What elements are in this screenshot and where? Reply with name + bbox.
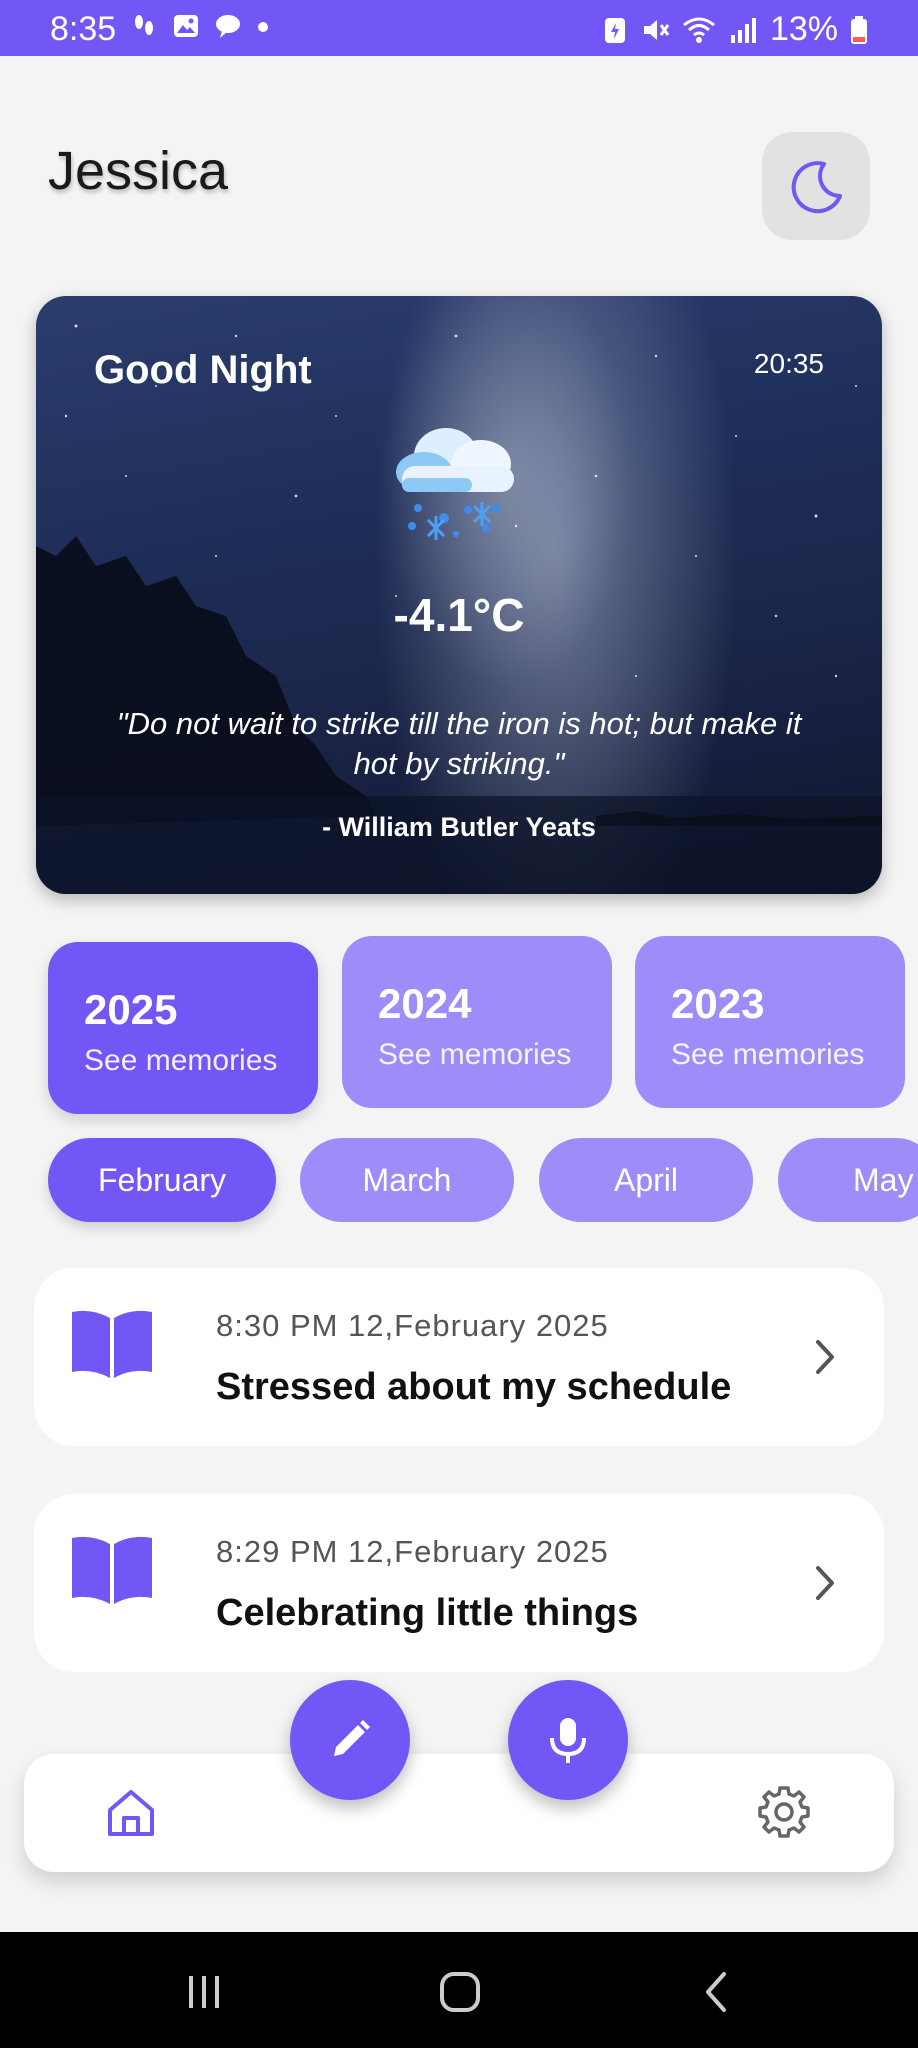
see-memories-label: See memories <box>84 1044 278 1077</box>
microphone-icon <box>550 1718 586 1763</box>
daily-quote: "Do not wait to strike till the iron is … <box>116 706 802 781</box>
battery-saver-icon <box>604 17 625 43</box>
pencil-icon <box>334 1720 370 1756</box>
see-memories-label: See memories <box>671 1038 865 1071</box>
mute-icon <box>643 19 670 40</box>
voice-entry-button[interactable] <box>508 1680 628 1800</box>
system-navigation-bar <box>0 1932 918 2048</box>
back-icon[interactable] <box>700 1970 732 2014</box>
entry-title: Celebrating little things <box>216 1592 639 1634</box>
wifi-icon <box>683 17 715 43</box>
dot-icon <box>258 22 268 32</box>
gear-icon[interactable] <box>756 1784 812 1840</box>
month-chip-march[interactable]: March <box>300 1138 514 1222</box>
bottom-navigation <box>24 1754 894 1872</box>
steps-icon <box>135 15 153 35</box>
home-icon[interactable] <box>104 1786 158 1840</box>
see-memories-label: See memories <box>378 1038 572 1071</box>
book-icon <box>72 1310 152 1378</box>
signal-icon <box>730 17 756 43</box>
entry-timestamp: 8:30 PM 12,February 2025 <box>216 1308 609 1343</box>
system-icons: 13% <box>602 10 868 49</box>
year-card-2024[interactable]: 2024 See memories <box>342 936 612 1108</box>
year-label: 2023 <box>671 980 765 1027</box>
battery-percent: 13% <box>769 10 838 48</box>
journal-entry[interactable]: 8:30 PM 12,February 2025 Stressed about … <box>34 1268 884 1446</box>
write-entry-button[interactable] <box>290 1680 410 1800</box>
chat-icon <box>216 15 240 38</box>
entry-title: Stressed about my schedule <box>216 1366 732 1408</box>
month-chip-february[interactable]: February <box>48 1138 276 1222</box>
status-time: 8:35 <box>50 10 117 48</box>
snow-cloud-icon <box>396 428 514 540</box>
gallery-icon <box>174 15 198 37</box>
home-button-icon[interactable] <box>438 1970 482 2014</box>
greeting-card: Good Night 20:35 -4.1°C "Do not wait to … <box>36 296 882 894</box>
chevron-right-icon <box>816 1340 834 1374</box>
greeting-text: Good Night <box>94 348 312 392</box>
hero-time: 20:35 <box>753 348 824 379</box>
year-card-2025[interactable]: 2025 See memories <box>48 942 318 1114</box>
quote-author: - William Butler Yeats <box>322 812 596 842</box>
theme-toggle-button[interactable] <box>762 132 870 240</box>
user-name: Jessica <box>48 141 229 201</box>
month-chip-april[interactable]: April <box>539 1138 753 1222</box>
entry-timestamp: 8:29 PM 12,February 2025 <box>216 1534 609 1569</box>
status-bar: 8:35 13% <box>0 0 918 56</box>
temperature: -4.1°C <box>393 589 525 641</box>
battery-icon <box>851 15 867 44</box>
journal-entry[interactable]: 8:29 PM 12,February 2025 Celebrating lit… <box>34 1494 884 1672</box>
year-card-2023[interactable]: 2023 See memories <box>635 936 905 1108</box>
year-label: 2025 <box>84 986 178 1033</box>
book-icon <box>72 1536 152 1604</box>
month-chip-may[interactable]: May <box>778 1138 918 1222</box>
year-label: 2024 <box>378 980 472 1027</box>
notification-icons <box>130 12 270 40</box>
chevron-right-icon <box>816 1566 834 1600</box>
moon-icon <box>791 161 842 214</box>
recent-apps-icon[interactable] <box>184 1972 224 2012</box>
